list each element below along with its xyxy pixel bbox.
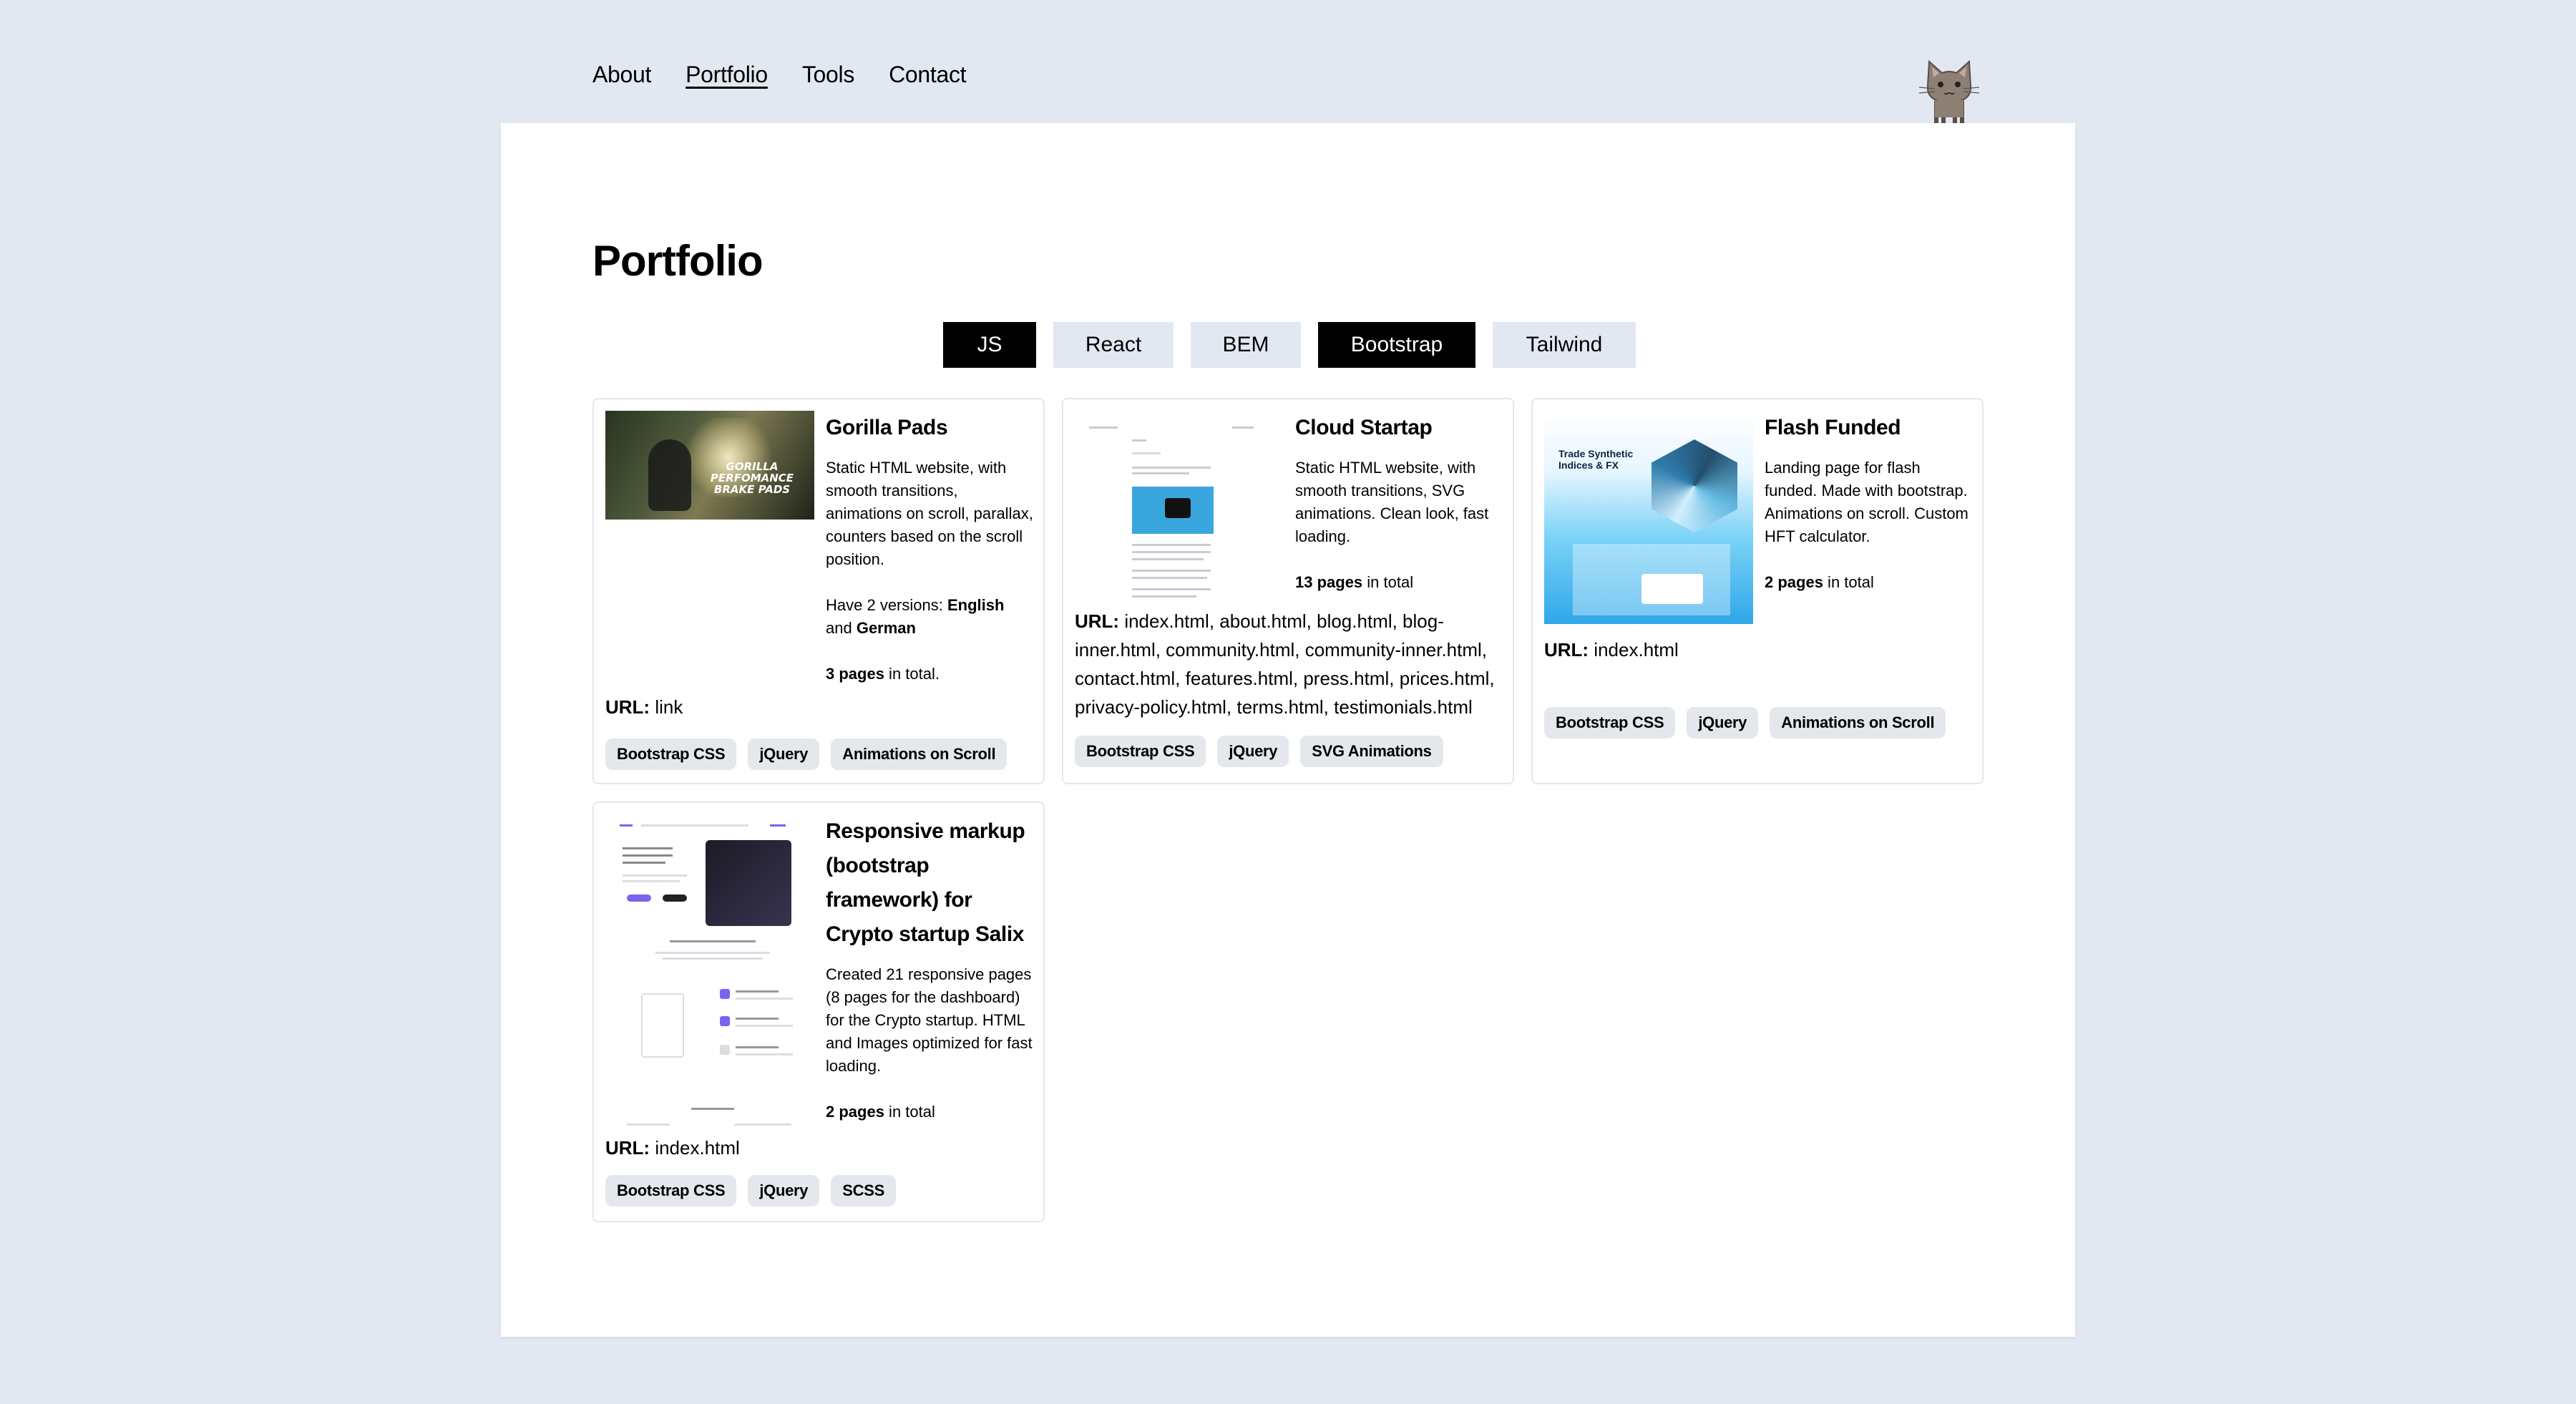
project-link[interactable]: link	[650, 696, 683, 718]
tag: jQuery	[1687, 707, 1759, 738]
tag-list: Bootstrap CSS jQuery Animations on Scrol…	[1544, 707, 1946, 738]
tag: SVG Animations	[1300, 736, 1443, 767]
project-description: Landing page for flash funded. Made with…	[1765, 459, 1968, 545]
project-url-list: index.html, about.html, blog.html, blog-…	[1075, 610, 1495, 718]
filter-bootstrap-button[interactable]: Bootstrap	[1318, 322, 1475, 368]
filter-bar: JS React BEM Bootstrap Tailwind	[943, 322, 1636, 368]
tag: jQuery	[748, 1175, 820, 1206]
project-thumbnail[interactable]	[1075, 411, 1284, 605]
project-description: Static HTML website, with smooth transit…	[826, 459, 1033, 568]
project-card-salix: Responsive markup (bootstrap framework) …	[592, 801, 1045, 1222]
project-description: Static HTML website, with smooth transit…	[1295, 459, 1489, 545]
project-pages: 13 pages in total	[1295, 573, 1414, 591]
project-url: URL: index.html, about.html, blog.html, …	[1075, 610, 1495, 718]
thumbnail-text: Trade Synthetic Indices & FX	[1558, 448, 1634, 471]
project-card-gorilla-pads: GORILLA PERFOMANCE BRAKE PADS Gorilla Pa…	[592, 398, 1045, 784]
nav-tools[interactable]: Tools	[802, 56, 855, 93]
project-thumbnail[interactable]: Trade Synthetic Indices & FX	[1544, 411, 1753, 624]
project-versions: Have 2 versions: English and German	[826, 596, 1005, 637]
tag: Animations on Scroll	[831, 738, 1008, 770]
project-description: Created 21 responsive pages (8 pages for…	[826, 965, 1033, 1075]
tag-list: Bootstrap CSS jQuery SCSS	[605, 1175, 896, 1206]
project-pages: 2 pages in total	[1765, 573, 1874, 591]
project-thumbnail[interactable]: GORILLA PERFOMANCE BRAKE PADS	[605, 411, 814, 520]
tag-list: Bootstrap CSS jQuery SVG Animations	[1075, 736, 1443, 767]
page-title: Portfolio	[592, 237, 763, 285]
top-nav: About Portfolio Tools Contact	[592, 56, 967, 93]
project-title: Responsive markup (bootstrap framework) …	[826, 819, 1025, 946]
tag: Animations on Scroll	[1770, 707, 1946, 738]
project-title: Flash Funded	[1765, 416, 1901, 439]
tag: jQuery	[748, 738, 820, 770]
filter-js-button[interactable]: JS	[943, 322, 1036, 368]
project-card-flash-funded: Trade Synthetic Indices & FX Flash Funde…	[1531, 398, 1984, 784]
project-card-cloud-startap: Cloud Startap Static HTML website, with …	[1062, 398, 1514, 784]
tag: jQuery	[1217, 736, 1289, 767]
tag: Bootstrap CSS	[605, 738, 737, 770]
tag: Bootstrap CSS	[605, 1175, 737, 1206]
nav-about[interactable]: About	[592, 56, 651, 93]
filter-bem-button[interactable]: BEM	[1191, 322, 1301, 368]
filter-react-button[interactable]: React	[1053, 322, 1174, 368]
project-url: URL: link	[605, 696, 683, 718]
project-pages: 2 pages in total	[826, 1103, 935, 1121]
project-url: URL: index.html	[605, 1137, 740, 1159]
thumbnail-text: GORILLA PERFOMANCE BRAKE PADS	[710, 460, 794, 496]
project-url: URL: index.html	[1544, 639, 1679, 660]
tag: SCSS	[831, 1175, 896, 1206]
filter-tailwind-button[interactable]: Tailwind	[1493, 322, 1636, 368]
project-thumbnail[interactable]	[605, 814, 814, 1134]
tag: Bootstrap CSS	[1544, 707, 1676, 738]
nav-contact[interactable]: Contact	[889, 56, 966, 93]
project-title: Gorilla Pads	[826, 416, 948, 439]
tag: Bootstrap CSS	[1075, 736, 1206, 767]
project-pages: 3 pages in total.	[826, 665, 940, 683]
tag-list: Bootstrap CSS jQuery Animations on Scrol…	[605, 738, 1008, 770]
cat-mascot-icon	[1918, 59, 1980, 126]
nav-portfolio[interactable]: Portfolio	[686, 56, 768, 93]
project-title: Cloud Startap	[1295, 416, 1433, 439]
